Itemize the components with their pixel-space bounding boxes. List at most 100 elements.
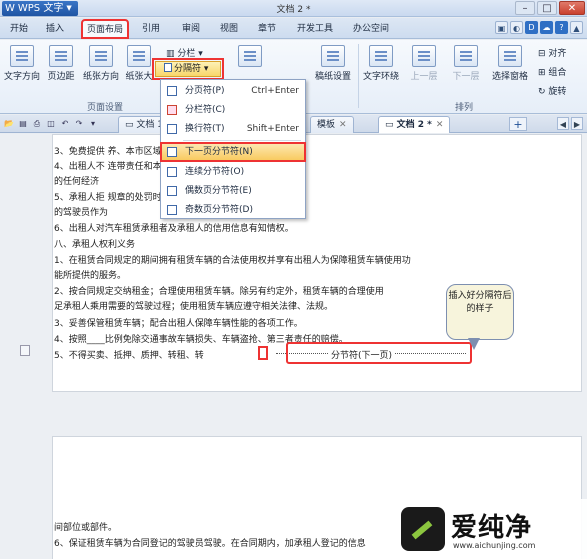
- print-icon[interactable]: ⎙: [31, 118, 43, 130]
- watermark: 爱纯净 www.aichunjing.com: [391, 499, 587, 559]
- bring-forward-button[interactable]: 上一层: [404, 45, 444, 82]
- watermark-url: www.aichunjing.com: [453, 541, 536, 550]
- cloud-icon[interactable]: ☁: [540, 21, 553, 34]
- text-direction-button[interactable]: 文字方向: [4, 45, 40, 82]
- align-icon: ⊟: [538, 49, 549, 59]
- column-break-icon: [167, 105, 177, 115]
- margins-button[interactable]: 页边距: [44, 45, 78, 82]
- tab-chapters[interactable]: 章节: [252, 20, 282, 38]
- doc-line: 6、保证租赁车辆为合同登记的驾驶员驾驶。在合同期内，加承租人登记的信息: [54, 539, 366, 549]
- minimize-icon[interactable]: –: [515, 1, 535, 15]
- doc-line: 能所提供的服务。: [54, 271, 127, 281]
- tab-references[interactable]: 引用: [136, 20, 166, 38]
- menu-item-even-page-section-break[interactable]: 偶数页分节符(E): [161, 182, 305, 200]
- rotate-icon: ↻: [538, 87, 549, 97]
- send-backward-icon: [454, 45, 478, 67]
- close-icon[interactable]: ✕: [436, 120, 444, 130]
- paper-size-icon: [127, 45, 151, 67]
- menu-item-odd-page-section-break[interactable]: 奇数页分节符(D): [161, 201, 305, 219]
- menu-bar: 开始 插入 页面布局 引用 审阅 视图 章节 开发工具 办公空间 ▣ ◐ D ☁…: [0, 18, 587, 39]
- maximize-icon[interactable]: □: [537, 1, 557, 15]
- bring-forward-icon: [412, 45, 436, 67]
- undo-icon[interactable]: ↶: [59, 118, 71, 130]
- watermark-logo-icon: [401, 507, 445, 551]
- columns-icon: ▥: [166, 49, 178, 59]
- orientation-icon: [89, 45, 113, 67]
- doc-line: 的驾驶员作为: [54, 208, 109, 218]
- menu-item-continuous-section-break[interactable]: 连续分节符(O): [161, 163, 305, 181]
- menu-item-line-break[interactable]: 换行符(T) Shift+Enter: [161, 120, 305, 138]
- align-button[interactable]: ⊟ 对齐: [538, 46, 566, 59]
- send-backward-button[interactable]: 下一层: [446, 45, 486, 82]
- doc-line: 5、不得买卖、抵押、质押、转租、转: [54, 351, 204, 361]
- separator-icon: [164, 63, 172, 72]
- paper-size-button[interactable]: 纸张大: [122, 45, 156, 82]
- group-button[interactable]: ⊞ 组合: [538, 65, 566, 78]
- separator-button[interactable]: 分隔符 ▾: [152, 58, 224, 80]
- chevron-right-icon[interactable]: ▶: [571, 117, 583, 130]
- doc-line: 的任何经济: [54, 177, 100, 187]
- tab-home[interactable]: 开始: [4, 20, 34, 38]
- quick-toolbar: 📂 ▤ ⎙ ◫ ↶ ↷ ▾: [3, 118, 99, 130]
- text-wrap-button[interactable]: 文字环绕: [362, 45, 400, 82]
- tab-developer[interactable]: 开发工具: [290, 20, 340, 38]
- section-break-highlight: [286, 342, 472, 364]
- tab-office-space[interactable]: 办公空间: [346, 20, 396, 38]
- group-label-page-setup: 页面设置: [86, 103, 123, 113]
- open-icon[interactable]: 📂: [3, 118, 15, 130]
- docer-icon[interactable]: D: [525, 21, 538, 34]
- even-page-break-icon: [167, 186, 177, 196]
- customize-icon[interactable]: ▾: [87, 118, 99, 130]
- collapse-ribbon-icon[interactable]: ▲: [570, 21, 583, 34]
- menu-item-column-break[interactable]: 分栏符(C): [161, 101, 305, 119]
- text-wrap-icon: [369, 45, 393, 67]
- close-icon[interactable]: ✕: [339, 120, 347, 130]
- chevron-down-icon: ▾: [195, 49, 203, 59]
- tab-insert[interactable]: 插入: [40, 20, 70, 38]
- separator-dropdown-menu: 分页符(P) Ctrl+Enter 分栏符(C) 换行符(T) Shift+En…: [160, 79, 306, 219]
- redo-icon[interactable]: ↷: [73, 118, 85, 130]
- preview-icon[interactable]: ◫: [45, 118, 57, 130]
- manuscript-icon: [321, 45, 345, 67]
- close-icon[interactable]: ✕: [559, 1, 585, 15]
- rotate-button[interactable]: ↻ 旋转: [538, 84, 566, 97]
- manuscript-settings-button[interactable]: 稿纸设置: [310, 45, 356, 82]
- margins-icon: [49, 45, 73, 67]
- page-borders-icon: [238, 45, 262, 67]
- menu-item-page-break[interactable]: 分页符(P) Ctrl+Enter: [161, 82, 305, 100]
- line-break-icon: [167, 124, 177, 134]
- page-borders-button[interactable]: [228, 45, 272, 69]
- tab-navigation: ◀ ▶: [557, 117, 583, 130]
- tab-template[interactable]: 模板 ✕: [310, 116, 354, 133]
- tab-document-2[interactable]: ▭ 文档 2 * ✕: [378, 116, 451, 133]
- skin-icon[interactable]: ◐: [510, 21, 523, 34]
- selection-pane-button[interactable]: 选择窗格: [488, 45, 532, 82]
- tab-review[interactable]: 审阅: [176, 20, 206, 38]
- chevron-left-icon[interactable]: ◀: [557, 117, 569, 130]
- text-direction-icon: [10, 45, 34, 67]
- document-icon: ▭: [125, 120, 137, 130]
- annotation-callout: 插入好分隔符后的样子: [446, 284, 514, 340]
- paragraph-marker-icon: [20, 345, 30, 356]
- columns-button[interactable]: ▥ 分栏 ▾: [166, 46, 203, 59]
- help-icon[interactable]: ?: [555, 21, 568, 34]
- save-icon[interactable]: ▤: [17, 118, 29, 130]
- new-tab-button[interactable]: +: [509, 117, 527, 131]
- window-controls: – □ ✕: [515, 1, 585, 15]
- doc-line: 1、在租赁合同规定的期间拥有租赁车辆的合法使用权并享有出租人为保障租赁车辆使用功: [54, 256, 411, 266]
- orientation-button[interactable]: 纸张方向: [82, 45, 120, 82]
- callout-pointer: [468, 338, 480, 350]
- doc-line: 间部位或部件。: [54, 523, 118, 533]
- menu-separator: [183, 140, 301, 141]
- menu-item-next-page-section-break[interactable]: 下一页分节符(N): [160, 142, 306, 162]
- tab-page-layout[interactable]: 页面布局: [81, 19, 129, 39]
- group-icon: ⊞: [538, 68, 549, 78]
- doc-line: 3、妥善保管租赁车辆；配合出租人保障车辆性能的各项工作。: [54, 319, 303, 329]
- odd-page-break-icon: [167, 205, 177, 215]
- page-break-icon: [167, 86, 177, 96]
- tab-view[interactable]: 视图: [214, 20, 244, 38]
- continuous-break-icon: [167, 167, 177, 177]
- group-label-arrange: 排列: [454, 103, 473, 113]
- title-bar: W WPS 文字 ▼ 文档 2 * – □ ✕: [0, 0, 587, 17]
- pin-icon[interactable]: ▣: [495, 21, 508, 34]
